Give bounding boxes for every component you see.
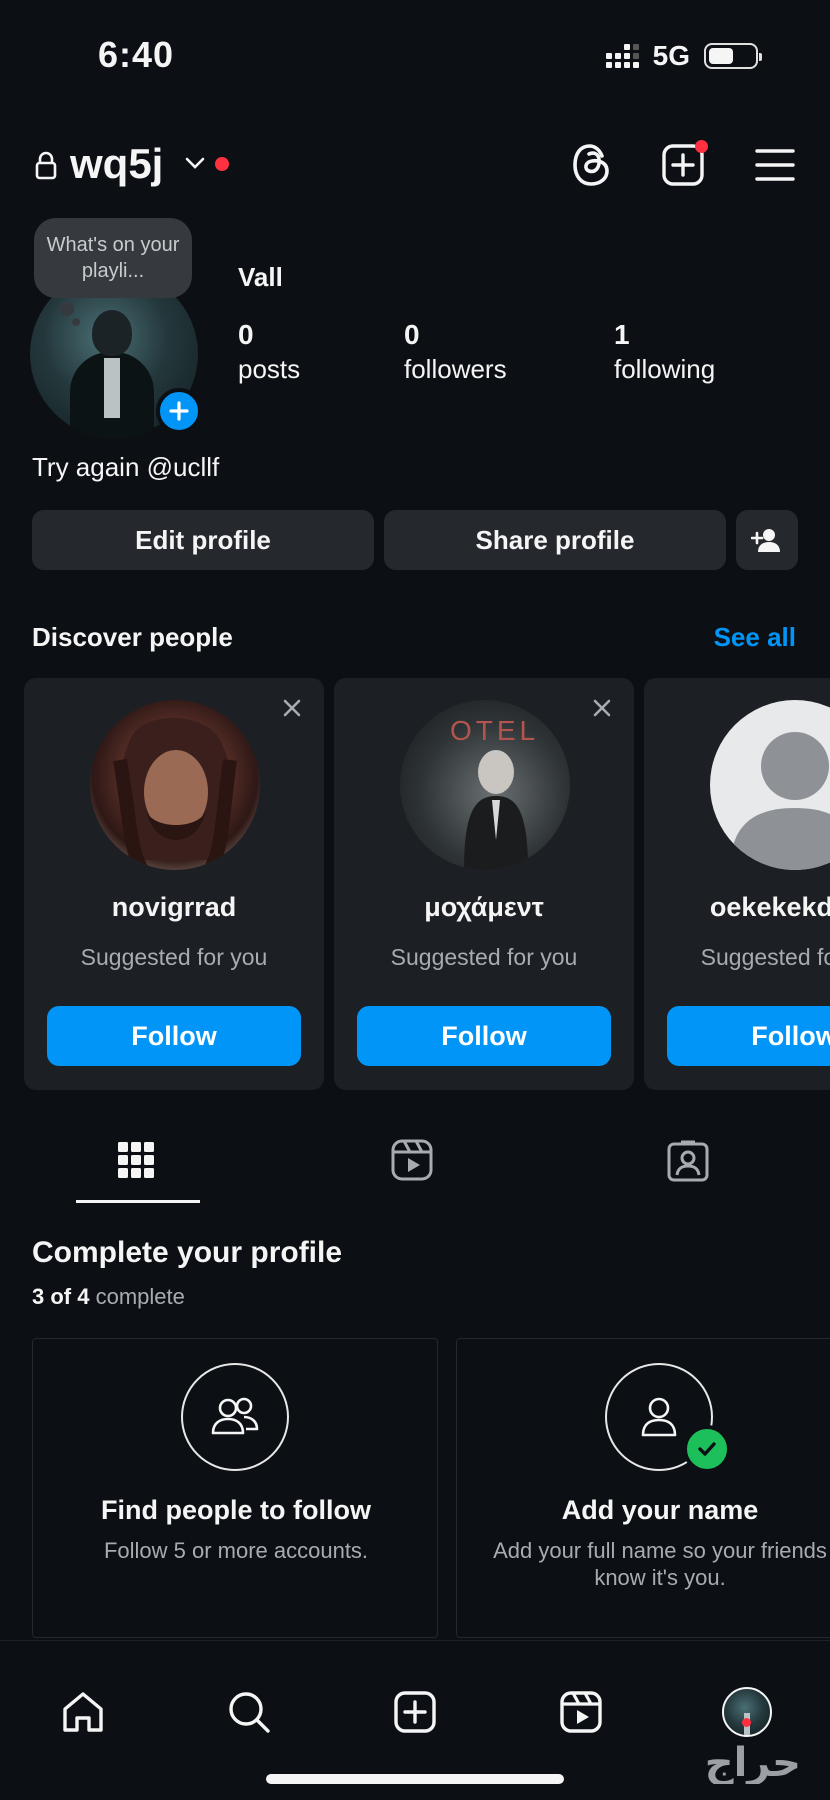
- notification-dot: [215, 157, 229, 171]
- tab-tagged[interactable]: [666, 1138, 714, 1186]
- people-icon: [211, 1397, 259, 1435]
- reels-icon: [391, 1139, 433, 1181]
- stat-label: posts: [238, 354, 301, 384]
- discover-carousel[interactable]: novigrrad Suggested for you Follow OTEL …: [24, 678, 830, 1090]
- threads-button[interactable]: [566, 140, 616, 190]
- stat-value: 1: [614, 319, 630, 350]
- suggestion-name[interactable]: μοχάμεντ: [334, 892, 634, 923]
- create-icon: [394, 1691, 436, 1733]
- watermark-logo: حراج: [705, 1740, 801, 1784]
- grid-icon: [118, 1142, 154, 1178]
- suggestion-avatar[interactable]: OTEL: [400, 700, 570, 870]
- profile-notification-dot: [742, 1718, 751, 1727]
- stat-value: 0: [238, 319, 254, 350]
- plus-icon: [169, 401, 189, 421]
- suggestion-name[interactable]: oekekekdkek: [644, 892, 830, 923]
- nav-search[interactable]: [224, 1687, 274, 1737]
- suggestion-name[interactable]: novigrrad: [24, 892, 324, 923]
- add-user-icon: [751, 529, 780, 552]
- discover-people-button[interactable]: [736, 510, 798, 570]
- complete-profile-progress: 3 of 4 complete: [32, 1284, 185, 1310]
- suggestion-card[interactable]: oekekekdkek Suggested for you Follow: [644, 678, 830, 1090]
- discover-title: Discover people: [32, 622, 233, 652]
- search-icon: [229, 1692, 270, 1733]
- profile-tabs: [0, 1120, 830, 1206]
- suggestion-card[interactable]: OTEL μοχάμεντ Suggested for you Follow: [334, 678, 634, 1090]
- suggestion-card[interactable]: novigrrad Suggested for you Follow: [24, 678, 324, 1090]
- stat-followers[interactable]: 0 followers: [404, 318, 507, 386]
- nav-profile[interactable]: [722, 1687, 772, 1737]
- network-label: 5G: [652, 40, 690, 71]
- progress-count: 3 of 4: [32, 1284, 90, 1309]
- suggestion-subtitle: Suggested for you: [390, 944, 578, 970]
- create-notification-dot: [695, 140, 708, 153]
- card-heading: Add your name: [561, 1495, 759, 1525]
- suggestion-avatar[interactable]: [710, 700, 830, 870]
- note-tail: [60, 302, 74, 316]
- status-indicators: 5G: [605, 40, 762, 72]
- progress-suffix: complete: [95, 1284, 185, 1309]
- suggestion-avatar[interactable]: [90, 700, 260, 870]
- chevron-down-icon[interactable]: [184, 152, 206, 174]
- stat-posts[interactable]: 0 posts: [238, 318, 300, 386]
- nav-home[interactable]: [58, 1687, 108, 1737]
- edit-profile-button[interactable]: Edit profile: [32, 510, 374, 570]
- active-tab-indicator: [76, 1200, 200, 1203]
- signal-icon: [605, 44, 639, 68]
- home-icon: [63, 1692, 103, 1732]
- complete-profile-title: Complete your profile: [32, 1236, 343, 1269]
- find-people-card[interactable]: Find people to follow Follow 5 or more a…: [32, 1338, 438, 1638]
- profile-header: wq5j: [0, 130, 830, 200]
- follow-button[interactable]: Follow: [667, 1006, 830, 1066]
- stat-following[interactable]: 1 following: [614, 318, 715, 386]
- card-text: Follow 5 or more accounts.: [103, 1538, 369, 1563]
- display-name: Vall: [238, 262, 283, 292]
- nav-create[interactable]: [390, 1687, 440, 1737]
- add-story-button[interactable]: [156, 388, 202, 434]
- username[interactable]: wq5j: [70, 140, 163, 188]
- threads-icon: [573, 144, 609, 186]
- status-bar: 6:40 5G: [0, 0, 830, 110]
- menu-icon: [755, 149, 795, 181]
- follow-button[interactable]: Follow: [357, 1006, 611, 1066]
- user-icon: [641, 1397, 677, 1437]
- dismiss-icon[interactable]: [588, 694, 616, 722]
- menu-button[interactable]: [750, 140, 800, 190]
- suggestion-subtitle: Suggested for you: [700, 944, 830, 970]
- tab-posts[interactable]: [114, 1138, 162, 1186]
- profile-avatar-icon: [722, 1687, 772, 1737]
- svg-text:OTEL: OTEL: [450, 715, 539, 746]
- dismiss-icon[interactable]: [278, 694, 306, 722]
- share-profile-button[interactable]: Share profile: [384, 510, 726, 570]
- follow-button[interactable]: Follow: [47, 1006, 301, 1066]
- stat-value: 0: [404, 319, 420, 350]
- battery-icon: [704, 43, 762, 69]
- create-button[interactable]: [658, 140, 708, 190]
- bio: Try again @ucllf: [32, 452, 220, 482]
- suggestion-subtitle: Suggested for you: [80, 944, 268, 970]
- card-text: Add your full name so your friends know …: [493, 1538, 827, 1590]
- card-heading: Find people to follow: [101, 1495, 371, 1525]
- tagged-icon: [667, 1140, 709, 1182]
- check-icon: [683, 1425, 731, 1473]
- see-all-link[interactable]: See all: [714, 622, 796, 653]
- status-time: 6:40: [98, 34, 175, 75]
- stat-label: following: [614, 354, 716, 384]
- note-bubble[interactable]: What's on your playli...: [34, 218, 192, 298]
- svg-text:حراج: حراج: [705, 1740, 801, 1784]
- lock-icon: [35, 151, 57, 180]
- home-indicator[interactable]: [266, 1774, 564, 1784]
- tab-reels[interactable]: [390, 1138, 438, 1186]
- people-icon-circle: [181, 1363, 289, 1471]
- reels-icon: [560, 1691, 602, 1733]
- note-tail-small: [72, 318, 80, 326]
- add-name-card[interactable]: Add your name Add your full name so your…: [456, 1338, 830, 1638]
- nav-reels[interactable]: [556, 1687, 606, 1737]
- stat-label: followers: [404, 354, 507, 384]
- profile-actions: Edit profile Share profile: [32, 510, 798, 570]
